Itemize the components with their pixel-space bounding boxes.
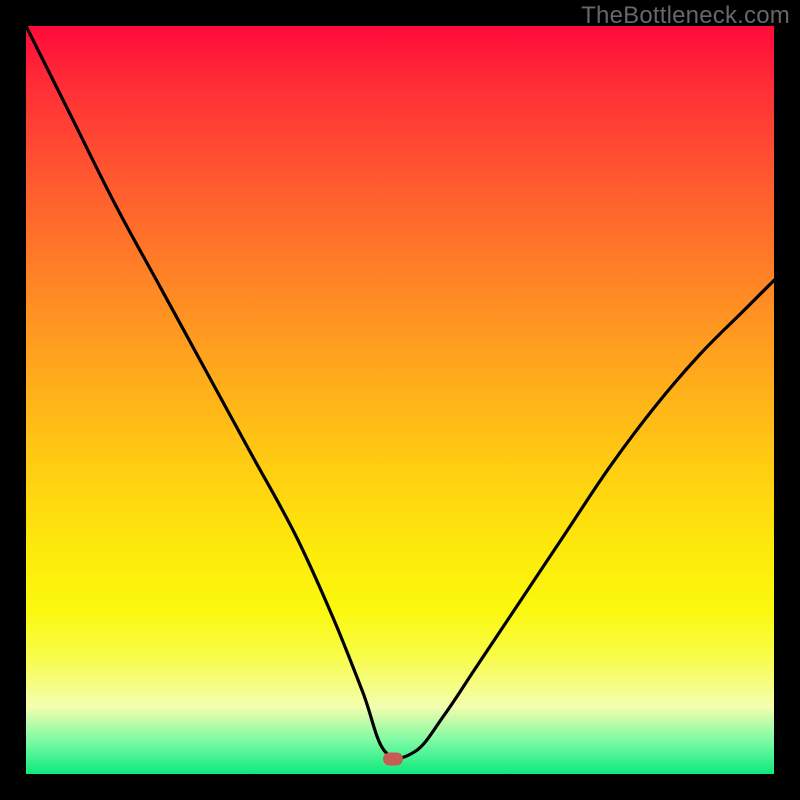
bottleneck-curve bbox=[26, 26, 774, 774]
watermark-label: TheBottleneck.com bbox=[581, 2, 790, 30]
chart-frame: TheBottleneck.com bbox=[0, 0, 800, 800]
optimum-marker bbox=[383, 753, 403, 766]
